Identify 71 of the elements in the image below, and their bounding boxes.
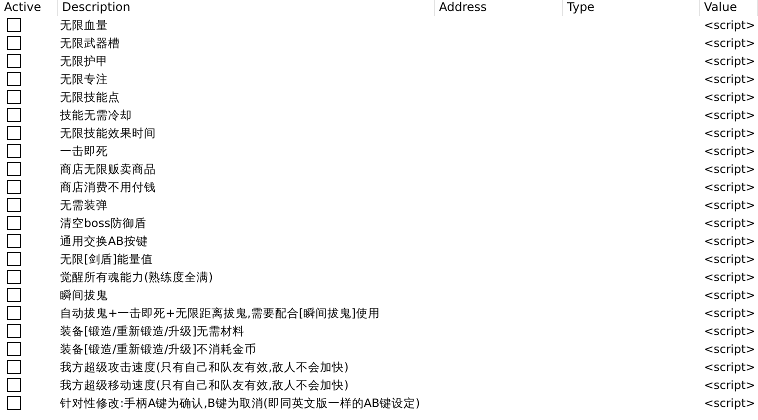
description-cell-text: 瞬间拔鬼 (59, 288, 108, 302)
checkbox[interactable] (7, 234, 21, 248)
description-cell-text: 通用交换AB按键 (59, 234, 148, 248)
checkbox[interactable] (7, 144, 21, 158)
checkbox[interactable] (7, 18, 21, 32)
value-cell-text: <script> (703, 324, 756, 338)
description-cell-text: 无限护甲 (59, 54, 108, 68)
checkbox[interactable] (7, 324, 21, 338)
checkbox[interactable] (7, 180, 21, 194)
checkbox[interactable] (7, 90, 21, 104)
description-cell-text: 装备[锻造/重新锻造/升级]无需材料 (59, 324, 245, 338)
checkbox[interactable] (7, 360, 21, 374)
description-cell-text: 针对性修改:手柄A键为确认,B键为取消(即同英文版一样的AB键设定) (59, 396, 420, 410)
value-cell-text: <script> (703, 342, 756, 356)
value-cell-text: <script> (703, 72, 756, 86)
value-cell-text: <script> (703, 396, 756, 410)
description-cell-text: 我方超级攻击速度(只有自己和队友有效,敌人不会加快) (59, 360, 349, 374)
value-cell-text: <script> (703, 144, 756, 158)
checkbox[interactable] (7, 72, 21, 86)
checkbox[interactable] (7, 342, 21, 356)
description-cell-text: 自动拔鬼+一击即死+无限距离拔鬼,需要配合[瞬间拔鬼]使用 (59, 306, 380, 320)
description-cell-text: 觉醒所有魂能力(熟练度全满) (59, 270, 213, 284)
checkbox[interactable] (7, 270, 21, 284)
checkbox[interactable] (7, 54, 21, 68)
value-cell-text: <script> (703, 360, 756, 374)
checkbox[interactable] (7, 306, 21, 320)
value-cell-text: <script> (703, 198, 756, 212)
description-cell-text: 技能无需冷却 (59, 108, 132, 122)
description-cell-text: 商店无限贩卖商品 (59, 162, 156, 176)
checkbox[interactable] (7, 126, 21, 140)
value-cell-text: <script> (703, 108, 756, 122)
value-cell-text: <script> (703, 126, 756, 140)
column-header[interactable]: Value (700, 0, 758, 16)
description-cell-text: 无限[剑盾]能量值 (59, 252, 153, 266)
description-cell-text: 无限武器槽 (59, 36, 120, 50)
description-cell-text: 无限专注 (59, 72, 108, 86)
value-cell-text: <script> (703, 252, 756, 266)
checkbox[interactable] (7, 288, 21, 302)
value-cell-text: <script> (703, 18, 756, 32)
value-cell-text: <script> (703, 162, 756, 176)
description-cell-text: 我方超级移动速度(只有自己和队友有效,敌人不会加快) (59, 378, 349, 392)
value-cell-text: <script> (703, 378, 756, 392)
description-cell-text: 装备[锻造/重新锻造/升级]不消耗金币 (59, 342, 257, 356)
description-cell-text: 清空boss防御盾 (59, 216, 146, 230)
description-cell-text: 商店消费不用付钱 (59, 180, 156, 194)
value-cell-text: <script> (703, 36, 756, 50)
column-header[interactable]: Address (435, 0, 563, 16)
checkbox[interactable] (7, 198, 21, 212)
value-cell-text: <script> (703, 90, 756, 104)
column-header[interactable]: Active (0, 0, 58, 16)
value-cell-text: <script> (703, 288, 756, 302)
description-cell-text: 一击即死 (59, 144, 108, 158)
value-cell-text: <script> (703, 270, 756, 284)
checkbox[interactable] (7, 216, 21, 230)
description-cell-text: 无需装弹 (59, 198, 108, 212)
value-cell-text: <script> (703, 234, 756, 248)
value-cell-text: <script> (703, 180, 756, 194)
description-cell-text: 无限血量 (59, 18, 108, 32)
value-cell-text: <script> (703, 54, 756, 68)
checkbox[interactable] (7, 396, 21, 410)
checkbox[interactable] (7, 36, 21, 50)
checkbox[interactable] (7, 252, 21, 266)
description-cell-text: 无限技能效果时间 (59, 126, 156, 140)
column-header[interactable]: Description (58, 0, 435, 16)
checkbox[interactable] (7, 108, 21, 122)
value-cell-text: <script> (703, 306, 756, 320)
checkbox[interactable] (7, 162, 21, 176)
column-header[interactable]: Type (563, 0, 700, 16)
description-cell-text: 无限技能点 (59, 90, 120, 104)
value-cell-text: <script> (703, 216, 756, 230)
checkbox[interactable] (7, 378, 21, 392)
